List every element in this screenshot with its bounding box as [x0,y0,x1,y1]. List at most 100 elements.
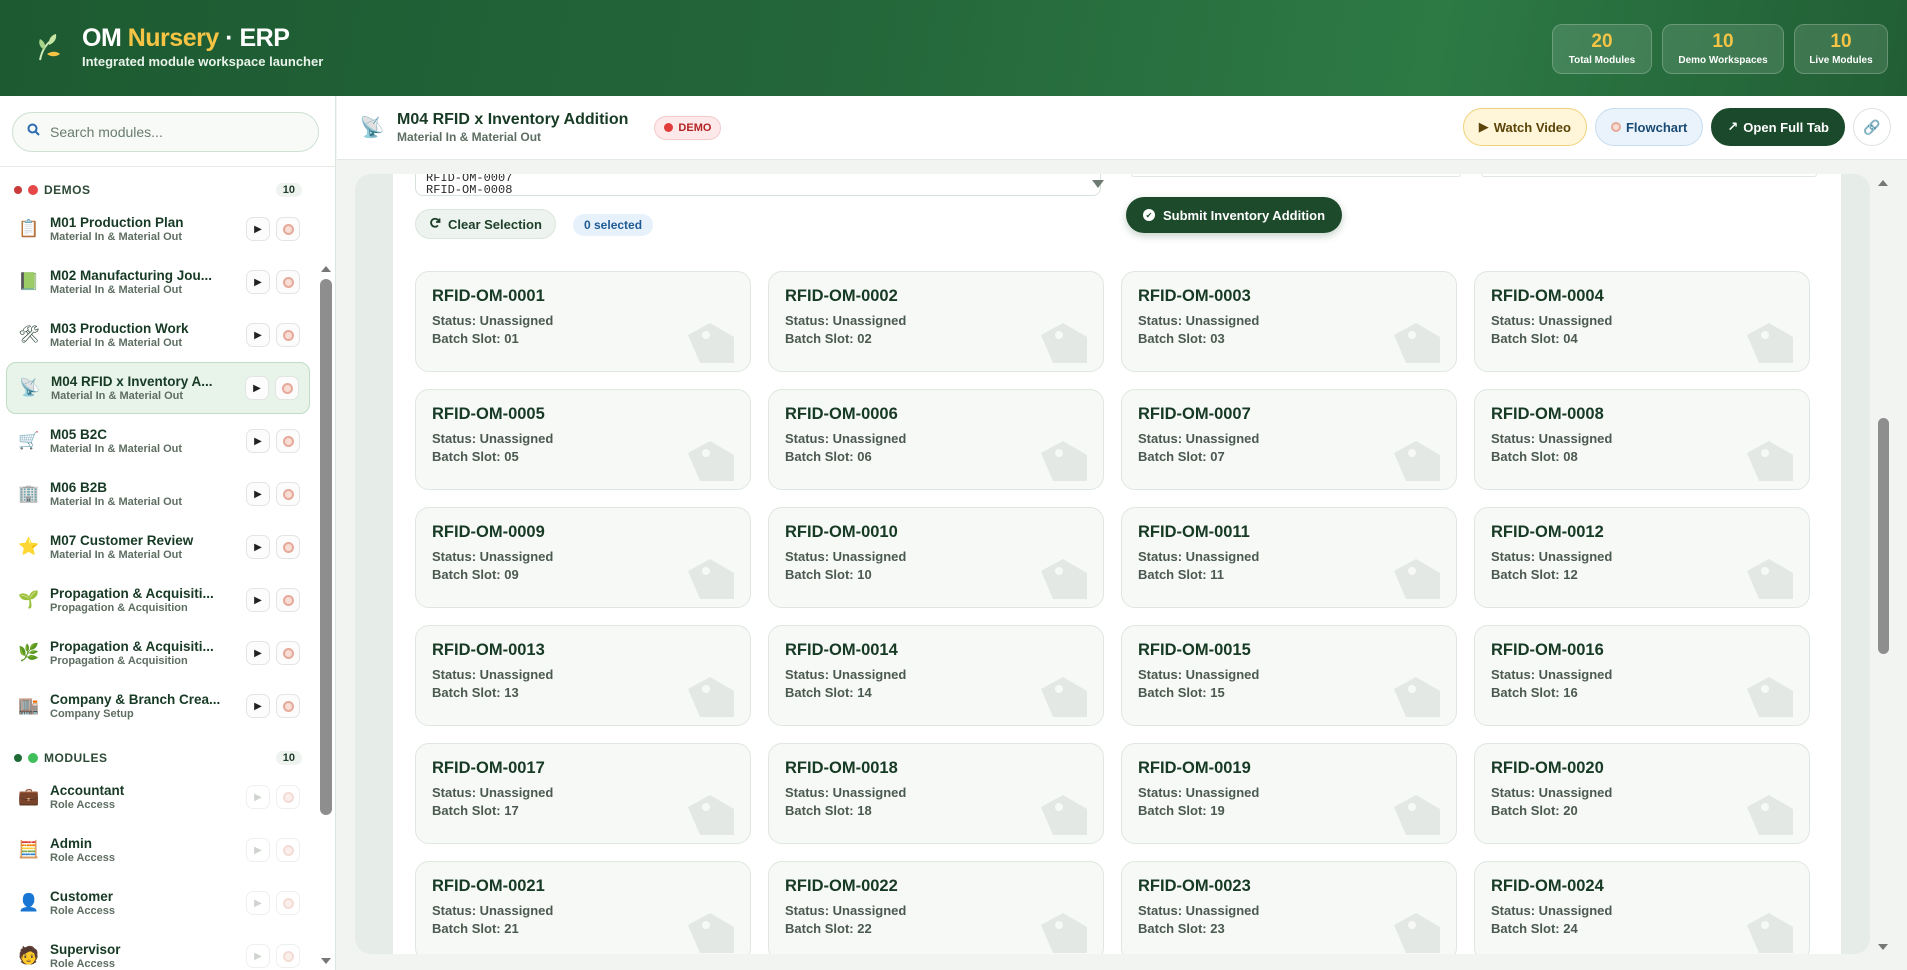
rfid-card[interactable]: RFID-OM-0018 Status: Unassigned Batch Slot… [768,743,1104,844]
office-building-icon: 🏢 [18,484,40,503]
flowchart-button[interactable] [276,641,300,665]
flowchart-button[interactable] [276,694,300,718]
flowchart-button[interactable] [276,429,300,453]
sidebar-item-m05[interactable]: 🛒 M05 B2C Material In & Material Out ▶ [6,415,310,467]
rfid-card[interactable]: RFID-OM-0024 Status: Unassigned Batch Slot… [1474,861,1810,954]
flowchart-button[interactable] [276,535,300,559]
rfid-card[interactable]: RFID-OM-0003 Status: Unassigned Batch Slot… [1121,271,1457,372]
scroll-up-icon[interactable] [1878,180,1888,186]
tag-icon [1741,319,1801,367]
sidebar-item-m02[interactable]: 📗 M02 Manufacturing Jou... Material In & … [6,256,310,308]
rfid-card[interactable]: RFID-OM-0006 Status: Unassigned Batch Slot… [768,389,1104,490]
rfid-card[interactable]: RFID-OM-0016 Status: Unassigned Batch Slot… [1474,625,1810,726]
rfid-option[interactable]: RFID-OM-0007 [426,174,1100,184]
module-list[interactable]: DEMOS 10 📋 M01 Production Plan Material I… [0,174,316,970]
rfid-card-id: RFID-OM-0004 [1491,287,1604,305]
workspace-header: 📡 M04 RFID x Inventory Addition Material… [337,96,1907,160]
rfid-card[interactable]: RFID-OM-0008 Status: Unassigned Batch Slot… [1474,389,1810,490]
rfid-card[interactable]: RFID-OM-0012 Status: Unassigned Batch Slot… [1474,507,1810,608]
rfid-card[interactable]: RFID-OM-0007 Status: Unassigned Batch Slot… [1121,389,1457,490]
play-icon: ▶ [1478,119,1489,134]
submit-inventory-button[interactable]: ✔ Submit Inventory Addition [1126,197,1343,233]
clear-selection-button[interactable]: Clear Selection [415,209,556,239]
sidebar-item-customer[interactable]: 👤 Customer Role Access ▶ [6,877,310,929]
rfid-card[interactable]: RFID-OM-0011 Status: Unassigned Batch Slot… [1121,507,1457,608]
rfid-card[interactable]: RFID-OM-0010 Status: Unassigned Batch Slot… [768,507,1104,608]
link-icon: 🔗 [1863,118,1881,135]
green-circle-icon [28,753,38,763]
sidebar-scrollbar[interactable] [319,166,333,970]
play-button[interactable]: ▶ [245,376,269,400]
rfid-card[interactable]: RFID-OM-0013 Status: Unassigned Batch Slot… [415,625,751,726]
rfid-card[interactable]: RFID-OM-0020 Status: Unassigned Batch Slot… [1474,743,1810,844]
rfid-card-id: RFID-OM-0011 [1138,523,1250,541]
tag-icon [1035,555,1095,603]
sidebar-item-company-branch[interactable]: 🏬 Company & Branch Crea... Company Setup … [6,680,310,732]
flowchart-button[interactable]: Flowchart [1594,108,1704,146]
play-button[interactable]: ▶ [246,588,270,612]
rfid-card[interactable]: RFID-OM-0009 Status: Unassigned Batch Slot… [415,507,751,608]
play-button[interactable]: ▶ [246,641,270,665]
play-button[interactable]: ▶ [246,482,270,506]
flowchart-button[interactable] [276,217,300,241]
rfid-multiselect[interactable]: RFID-OM-0007 RFID-OM-0008 [415,174,1101,196]
rfid-card[interactable]: RFID-OM-0015 Status: Unassigned Batch Slot… [1121,625,1457,726]
play-button[interactable]: ▶ [246,535,270,559]
sidebar-item-supervisor[interactable]: 🧑 Supervisor Role Access ▶ [6,930,310,970]
sidebar-item-m04[interactable]: 📡 M04 RFID x Inventory A... Material In &… [6,362,310,414]
workspace-frame: RFID-OM-0007 RFID-OM-0008 Clear Selectio… [355,174,1870,954]
briefcase-icon: 💼 [18,787,40,806]
sidebar-item-propagation-1[interactable]: 🌱 Propagation & Acquisiti... Propagation … [6,574,310,626]
play-button[interactable]: ▶ [246,694,270,718]
sidebar-item-m03[interactable]: 🛠 M03 Production Work Material In & Mater… [6,309,310,361]
flowchart-button[interactable] [276,482,300,506]
copy-link-button[interactable]: 🔗 [1853,108,1891,146]
scrollbar-thumb[interactable] [320,279,332,815]
play-button[interactable]: ▶ [246,429,270,453]
play-button[interactable]: ▶ [246,270,270,294]
chevron-down-icon[interactable] [1092,180,1104,188]
scroll-up-icon[interactable] [321,266,331,272]
rfid-card-id: RFID-OM-0002 [785,287,898,305]
tag-icon [1035,791,1095,839]
play-button[interactable]: ▶ [246,217,270,241]
section-header-modules[interactable]: MODULES 10 [0,746,316,770]
rfid-card[interactable]: RFID-OM-0023 Status: Unassigned Batch Slot… [1121,861,1457,954]
flowchart-button[interactable] [276,270,300,294]
rfid-card-id: RFID-OM-0016 [1491,641,1604,659]
sidebar-item-m06[interactable]: 🏢 M06 B2B Material In & Material Out ▶ [6,468,310,520]
open-full-tab-button[interactable]: ↗ Open Full Tab [1711,108,1845,146]
flowchart-button[interactable] [276,588,300,612]
sidebar-item-admin[interactable]: 🧮 Admin Role Access ▶ [6,824,310,876]
rfid-card[interactable]: RFID-OM-0005 Status: Unassigned Batch Slot… [415,389,751,490]
tag-icon [682,909,742,954]
form-field[interactable] [1481,174,1817,177]
content-scrollbar[interactable] [1876,174,1890,954]
section-header-demos[interactable]: DEMOS 10 [0,178,316,202]
rfid-card[interactable]: RFID-OM-0014 Status: Unassigned Batch Slot… [768,625,1104,726]
rfid-option[interactable]: RFID-OM-0008 [426,184,1100,195]
play-button[interactable]: ▶ [246,323,270,347]
flowchart-button[interactable] [276,323,300,347]
sidebar-item-m01[interactable]: 📋 M01 Production Plan Material In & Mater… [6,203,310,255]
search-box[interactable] [12,112,319,152]
rfid-card[interactable]: RFID-OM-0004 Status: Unassigned Batch Slot… [1474,271,1810,372]
rfid-card[interactable]: RFID-OM-0022 Status: Unassigned Batch Slot… [768,861,1104,954]
flowchart-button[interactable] [275,376,299,400]
form-field[interactable] [1131,174,1461,177]
rfid-card[interactable]: RFID-OM-0017 Status: Unassigned Batch Slot… [415,743,751,844]
rfid-card[interactable]: RFID-OM-0002 Status: Unassigned Batch Slot… [768,271,1104,372]
watch-video-button[interactable]: ▶ Watch Video [1462,108,1587,146]
refresh-icon [429,217,441,232]
sidebar-item-m07[interactable]: ⭐ M07 Customer Review Material In & Mater… [6,521,310,573]
scrollbar-thumb[interactable] [1878,418,1889,654]
rfid-card[interactable]: RFID-OM-0019 Status: Unassigned Batch Slot… [1121,743,1457,844]
sidebar-item-propagation-2[interactable]: 🌿 Propagation & Acquisiti... Propagation … [6,627,310,679]
rfid-card[interactable]: RFID-OM-0021 Status: Unassigned Batch Slot… [415,861,751,954]
search-input[interactable] [50,124,290,140]
brand[interactable]: OM Nursery · ERP Integrated module works… [30,24,323,69]
sidebar-item-accountant[interactable]: 💼 Accountant Role Access ▶ [6,771,310,823]
rfid-card[interactable]: RFID-OM-0001 Status: Unassigned Batch Slot… [415,271,751,372]
scroll-down-icon[interactable] [1878,944,1888,950]
scroll-down-icon[interactable] [321,958,331,964]
